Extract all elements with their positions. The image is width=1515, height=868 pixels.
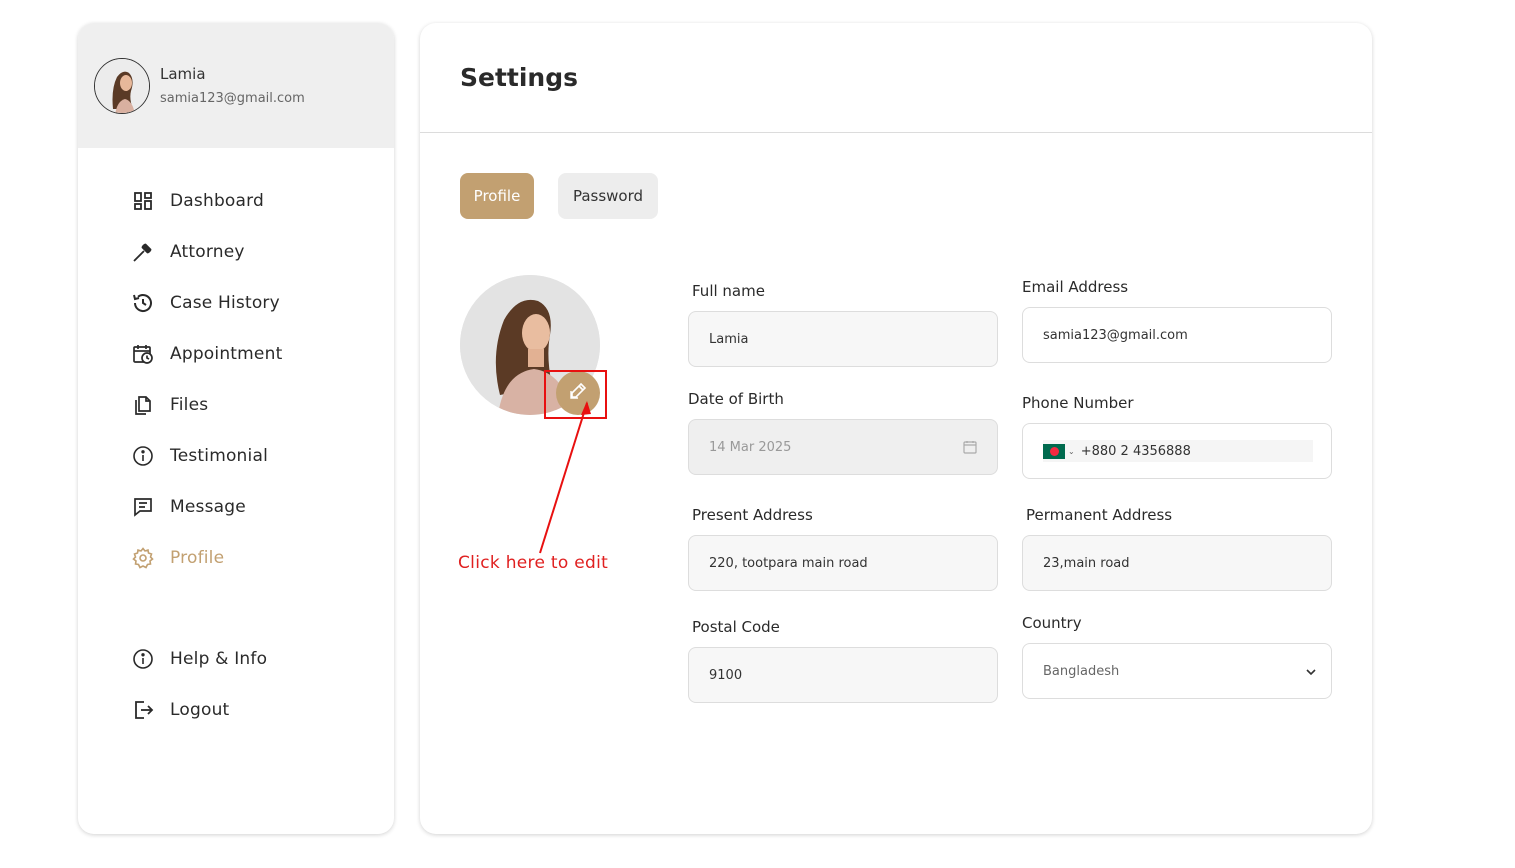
phone-field[interactable]: ⌄ +880 2 4356888 <box>1022 423 1332 479</box>
sidebar-item-label: Case History <box>170 293 280 313</box>
postal-code-field[interactable]: 9100 <box>688 647 998 703</box>
user-name: Lamia <box>160 65 206 83</box>
settings-panel: Settings Profile Password Click here to … <box>420 23 1372 834</box>
permanent-address-field[interactable]: 23,main road <box>1022 535 1332 591</box>
full-name-value: Lamia <box>709 331 749 347</box>
sidebar-item-label: Logout <box>170 700 230 720</box>
email-field[interactable]: samia123@gmail.com <box>1022 307 1332 363</box>
info-icon <box>131 444 155 468</box>
calendar-icon[interactable] <box>963 440 977 458</box>
user-email: samia123@gmail.com <box>160 91 305 106</box>
sidebar-item-logout[interactable]: Logout <box>131 696 229 724</box>
sidebar-item-label: Help & Info <box>170 649 268 669</box>
sidebar-item-label: Dashboard <box>170 191 265 211</box>
sidebar-item-attorney[interactable]: Attorney <box>131 238 245 266</box>
chevron-down-icon[interactable]: ⌄ <box>1068 447 1075 456</box>
country-value: Bangladesh <box>1043 663 1120 679</box>
phone-value: +880 2 4356888 <box>1080 443 1191 459</box>
files-icon <box>131 393 155 417</box>
sidebar-item-label: Message <box>170 497 246 517</box>
info-icon <box>131 647 155 671</box>
sidebar-item-label: Attorney <box>170 242 245 262</box>
permanent-address-label: Permanent Address <box>1026 506 1173 524</box>
postal-code-value: 9100 <box>709 667 743 683</box>
country-select[interactable]: Bangladesh <box>1022 643 1332 699</box>
sidebar-item-label: Appointment <box>170 344 283 364</box>
bangladesh-flag-icon[interactable] <box>1043 443 1065 459</box>
calendar-clock-icon <box>131 342 155 366</box>
full-name-label: Full name <box>692 282 765 300</box>
sidebar-item-appointment[interactable]: Appointment <box>131 340 282 368</box>
sidebar-item-profile[interactable]: Profile <box>131 544 224 572</box>
sidebar-item-files[interactable]: Files <box>131 391 208 419</box>
phone-label: Phone Number <box>1022 394 1134 412</box>
logout-icon <box>131 698 155 722</box>
sidebar-item-message[interactable]: Message <box>131 493 246 521</box>
sidebar-item-label: Files <box>170 395 209 415</box>
country-label: Country <box>1022 614 1082 632</box>
history-icon <box>131 291 155 315</box>
sidebar-item-testimonial[interactable]: Testimonial <box>131 442 268 470</box>
chevron-down-icon <box>1305 666 1317 682</box>
dob-field[interactable]: 14 Mar 2025 <box>688 419 998 475</box>
sidebar-item-label: Profile <box>170 548 225 568</box>
email-label: Email Address <box>1022 278 1129 296</box>
user-card: Lamia samia123@gmail.com <box>78 23 394 148</box>
sidebar-item-dashboard[interactable]: Dashboard <box>131 187 264 215</box>
sidebar-item-case-history[interactable]: Case History <box>131 289 280 317</box>
email-value: samia123@gmail.com <box>1043 327 1188 343</box>
gavel-icon <box>131 240 155 264</box>
present-address-label: Present Address <box>692 506 813 524</box>
present-address-value: 220, tootpara main road <box>709 555 868 571</box>
dashboard-icon <box>131 189 155 213</box>
dob-value: 14 Mar 2025 <box>709 439 792 455</box>
annotation-text: Click here to edit <box>458 553 609 573</box>
dob-label: Date of Birth <box>688 390 784 408</box>
full-name-field[interactable]: Lamia <box>688 311 998 367</box>
gear-icon <box>131 546 155 570</box>
postal-code-label: Postal Code <box>692 618 780 636</box>
present-address-field[interactable]: 220, tootpara main road <box>688 535 998 591</box>
permanent-address-value: 23,main road <box>1043 555 1130 571</box>
sidebar: Lamia samia123@gmail.com Dashboard Attor… <box>78 23 394 834</box>
avatar[interactable] <box>94 57 150 114</box>
sidebar-item-label: Testimonial <box>170 446 268 466</box>
sidebar-item-help-info[interactable]: Help & Info <box>131 645 267 673</box>
message-icon <box>131 495 155 519</box>
